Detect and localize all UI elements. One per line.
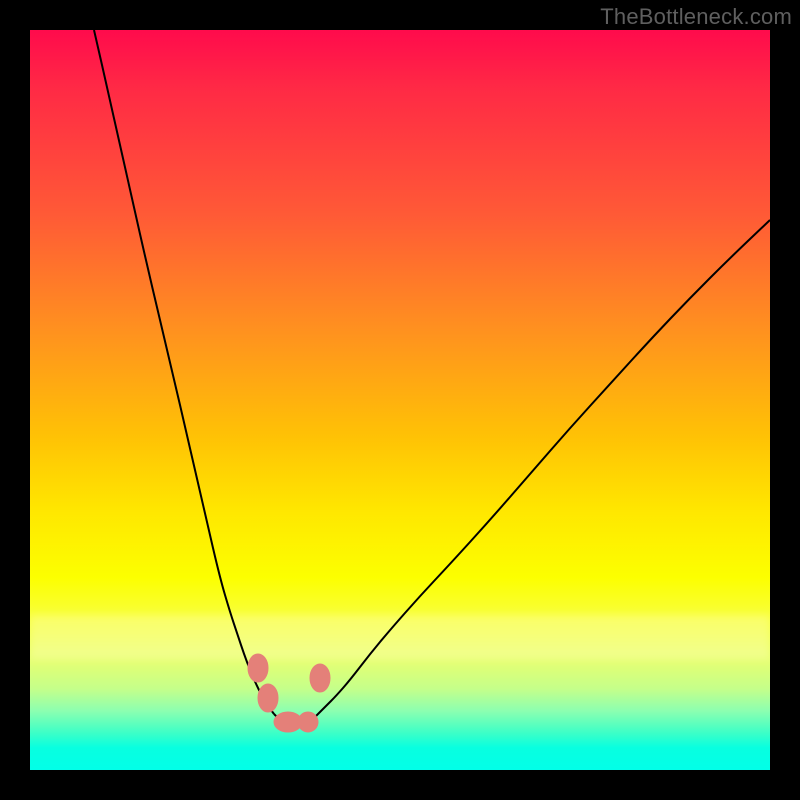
right-curve <box>312 220 770 720</box>
blob-4 <box>298 712 318 732</box>
blob-5 <box>310 664 330 692</box>
blob-1 <box>248 654 268 682</box>
blob-2 <box>258 684 278 712</box>
plot-frame <box>30 30 770 770</box>
left-curve <box>94 30 274 714</box>
curve-layer <box>30 30 770 770</box>
watermark-text: TheBottleneck.com <box>600 4 792 30</box>
